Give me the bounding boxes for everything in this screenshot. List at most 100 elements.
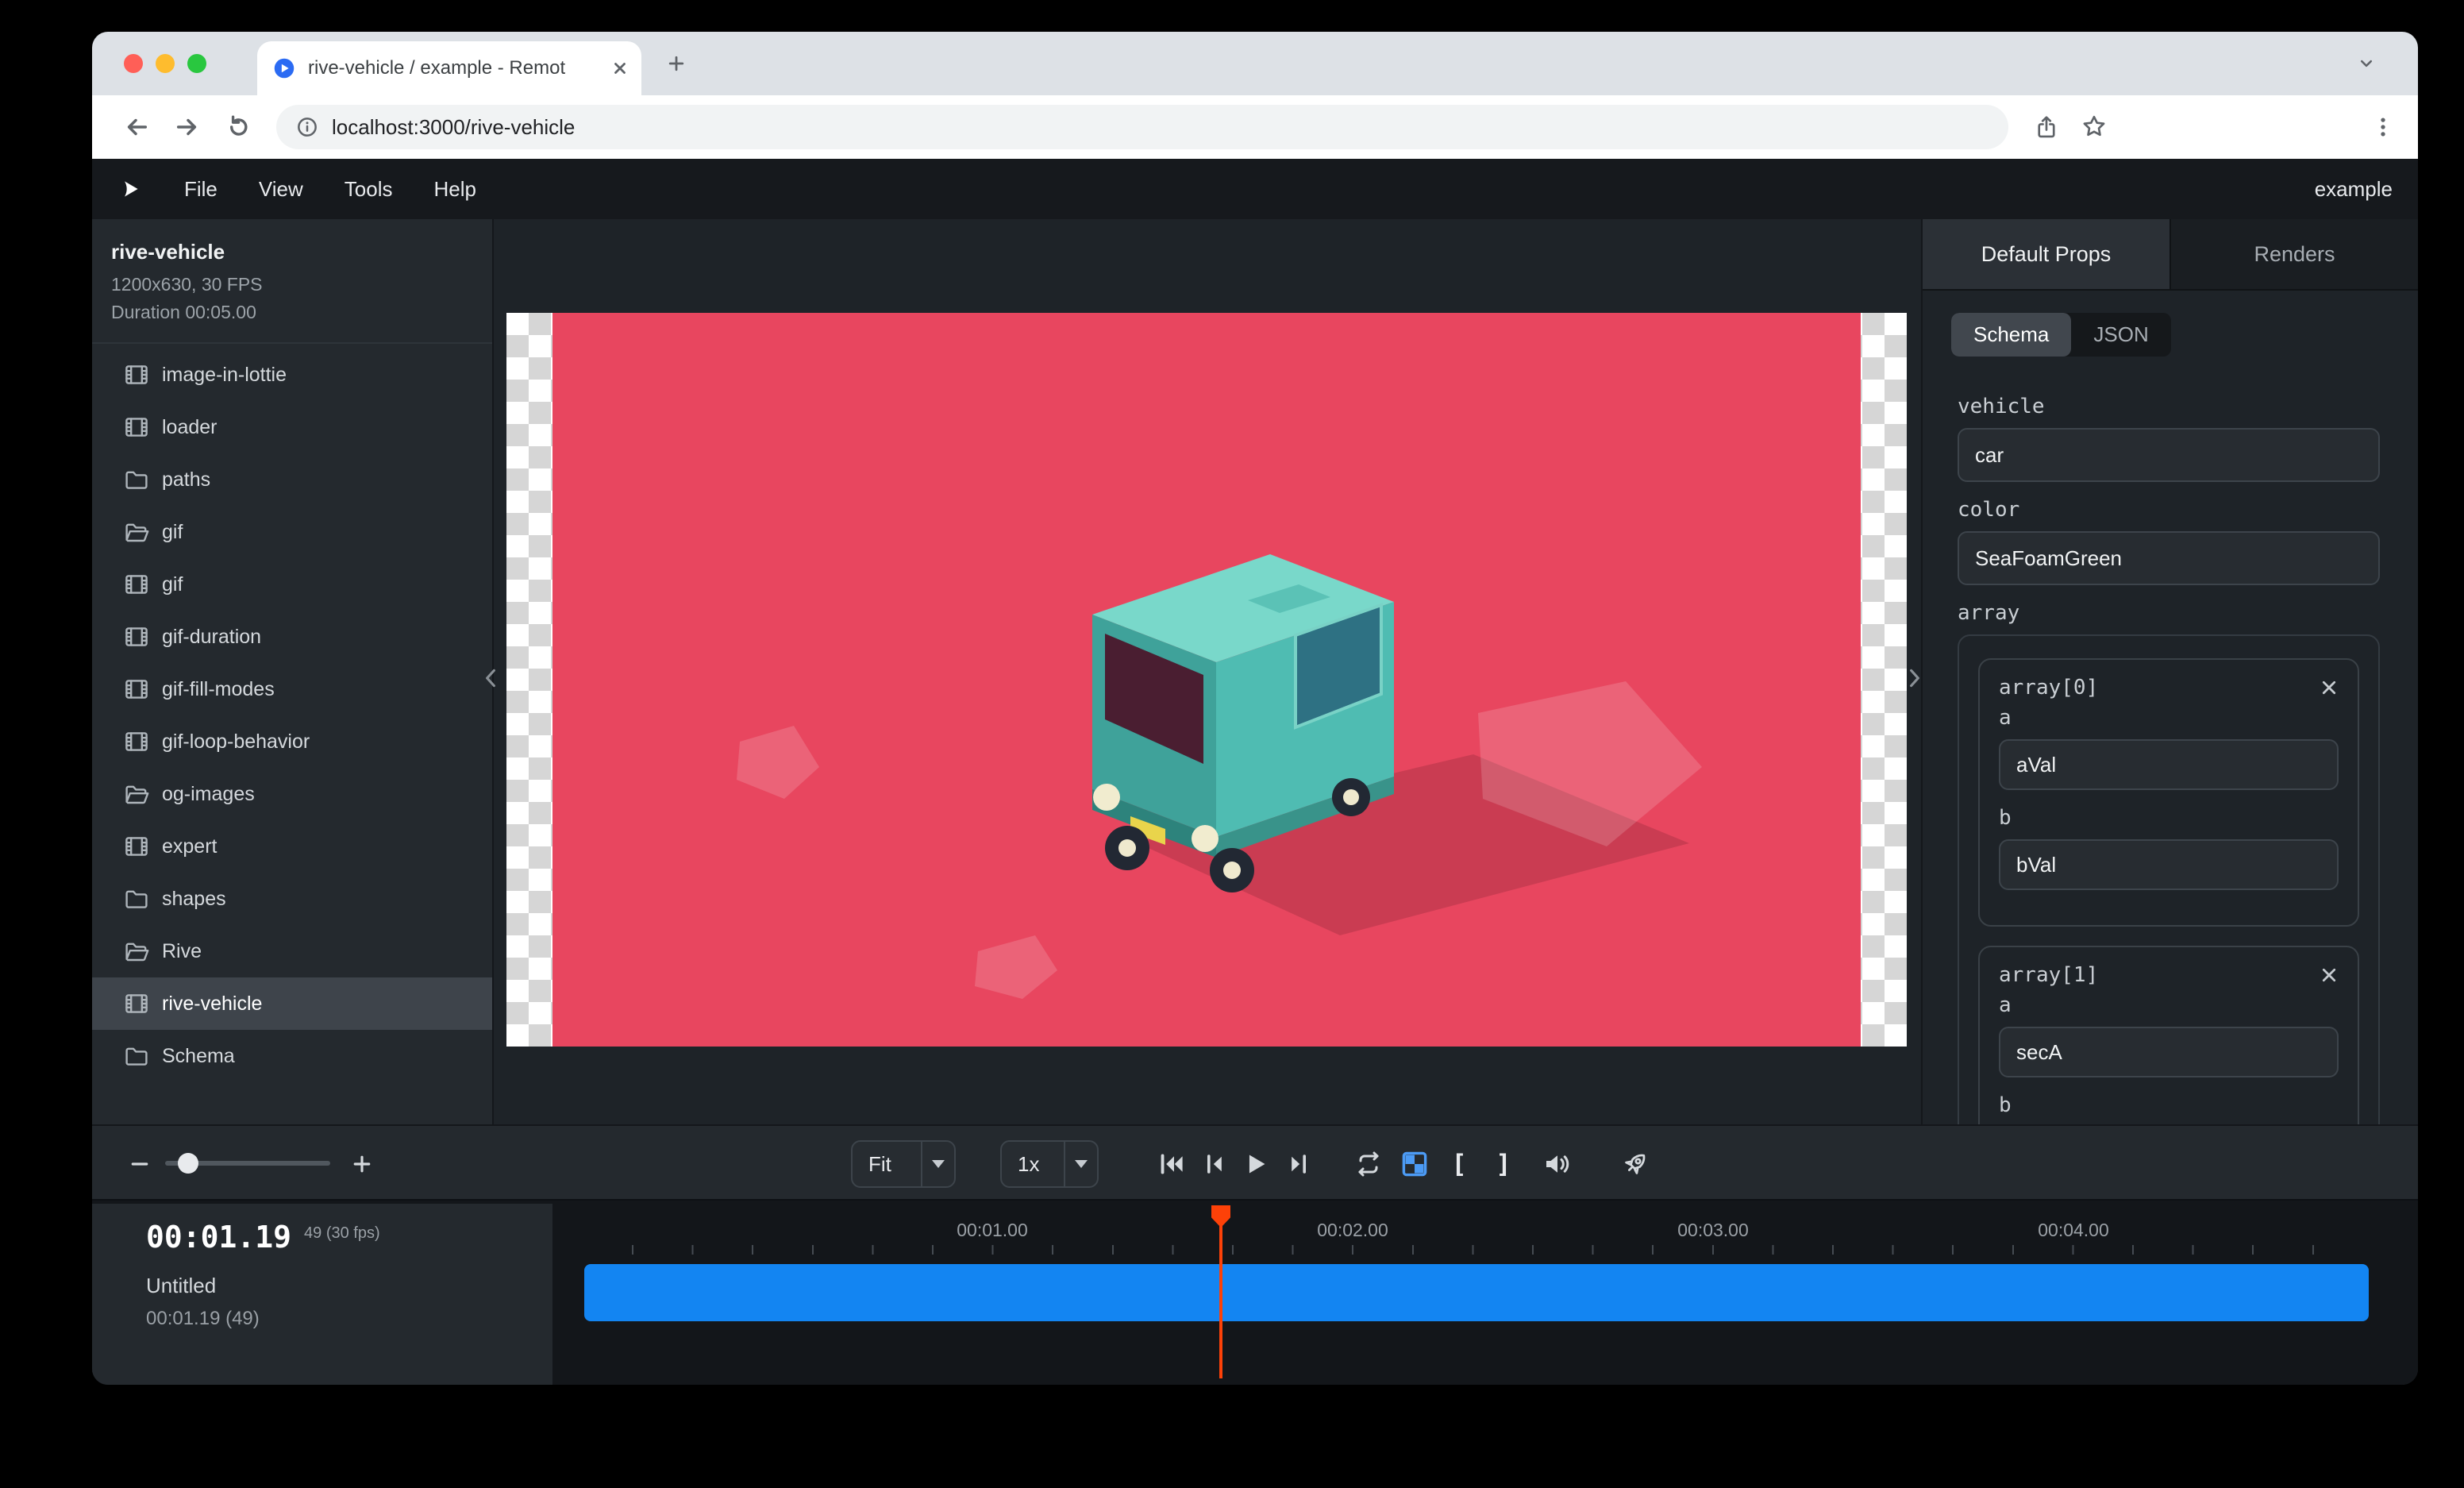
zoom-slider[interactable] (165, 1161, 330, 1166)
size-select[interactable]: Fit (851, 1140, 956, 1188)
back-button[interactable] (114, 105, 159, 149)
sidebar-item-og-images[interactable]: og-images (92, 768, 492, 820)
transparency-checkerboard-toggle[interactable] (1396, 1145, 1434, 1183)
bookmark-star-icon[interactable] (2081, 114, 2107, 140)
sidebar-item-image-in-lottie[interactable]: image-in-lottie (92, 349, 492, 401)
previous-frame-button[interactable] (1195, 1145, 1234, 1183)
folder-open-icon (124, 781, 149, 807)
ruler-ticks (632, 1245, 2362, 1255)
tab-default-props[interactable]: Default Props (1923, 219, 2171, 289)
array-item-0: array[0] a b (1978, 658, 2359, 927)
forward-button[interactable] (165, 105, 210, 149)
reload-button[interactable] (216, 105, 260, 149)
collapse-sidebar-handle[interactable] (481, 657, 500, 699)
timeline-info-block: 00:01.19 49 (30 fps) Untitled 00:01.19 (… (92, 1204, 552, 1385)
zoom-in-button[interactable] (343, 1145, 381, 1183)
in-point-button[interactable]: [ (1440, 1145, 1478, 1183)
share-icon[interactable] (2034, 114, 2059, 140)
address-bar[interactable]: localhost:3000/rive-vehicle (276, 105, 2008, 149)
composition-duration: Duration 00:05.00 (111, 302, 473, 323)
zoom-out-button[interactable] (121, 1145, 159, 1183)
sidebar-item-label: gif (162, 521, 183, 544)
sidebar-item-gif-folder[interactable]: gif (92, 506, 492, 558)
color-input[interactable] (1958, 531, 2380, 585)
timeline-ruler[interactable]: 00:01.00 00:02.00 00:03.00 00:04.00 (584, 1213, 2369, 1255)
chevron-down-icon (1064, 1142, 1097, 1186)
vehicle-artwork (552, 313, 1861, 1047)
folder-icon (124, 1043, 149, 1069)
sidebar-item-gif-duration[interactable]: gif-duration (92, 611, 492, 663)
next-frame-button[interactable] (1280, 1145, 1318, 1183)
array-0-a-input[interactable] (1999, 739, 2339, 790)
sidebar-item-label: image-in-lottie (162, 364, 287, 387)
sidebar-item-label: gif-fill-modes (162, 678, 275, 701)
zoom-window-button[interactable] (187, 54, 206, 73)
sidebar-item-paths[interactable]: paths (92, 453, 492, 506)
field-label-array: array (1958, 601, 2380, 625)
sidebar-item-label: Schema (162, 1045, 235, 1068)
tab-close-icon[interactable] (611, 60, 629, 77)
chevron-down-icon (921, 1142, 954, 1186)
play-button[interactable] (1237, 1145, 1275, 1183)
menu-tools[interactable]: Tools (345, 177, 393, 202)
zoom-slider-knob[interactable] (178, 1153, 198, 1174)
site-info-icon[interactable] (295, 115, 319, 139)
sidebar-item-rive[interactable]: Rive (92, 925, 492, 977)
menu-view[interactable]: View (259, 177, 303, 202)
browser-tab[interactable]: rive-vehicle / example - Remot (257, 41, 641, 95)
menu-file[interactable]: File (184, 177, 218, 202)
speed-select[interactable]: 1x (1000, 1140, 1099, 1188)
field-label-vehicle: vehicle (1958, 395, 2380, 418)
field-label-color: color (1958, 498, 2380, 522)
tab-renders[interactable]: Renders (2171, 219, 2418, 289)
browser-menu-kebab-icon[interactable] (2370, 114, 2396, 140)
tab-title: rive-vehicle / example - Remot (308, 57, 599, 79)
film-icon (124, 677, 149, 702)
film-icon (124, 729, 149, 754)
playhead-line[interactable] (1219, 1210, 1222, 1378)
props-panel-tabs: Default Props Renders (1923, 219, 2418, 291)
array-item-1-label: array[1] (1999, 963, 2098, 987)
sidebar-item-rive-vehicle[interactable]: rive-vehicle (92, 977, 492, 1030)
render-rocket-button[interactable] (1616, 1145, 1654, 1183)
array-0-b-input[interactable] (1999, 839, 2339, 890)
out-point-button[interactable]: ] (1484, 1145, 1523, 1183)
sidebar-item-expert[interactable]: expert (92, 820, 492, 873)
tab-search-chevron-icon[interactable] (2356, 53, 2377, 74)
composition-info: rive-vehicle 1200x630, 30 FPS Duration 0… (92, 219, 492, 344)
json-view-button[interactable]: JSON (2071, 313, 2170, 357)
field-label-a: a (1999, 706, 2339, 730)
close-window-button[interactable] (124, 54, 143, 73)
sidebar-item-label: paths (162, 468, 210, 492)
minimize-window-button[interactable] (156, 54, 175, 73)
sidebar-item-shapes[interactable]: shapes (92, 873, 492, 925)
volume-button[interactable] (1538, 1145, 1577, 1183)
remove-array-item-icon[interactable] (2320, 678, 2339, 697)
playback-controlbar: Fit 1x (92, 1124, 2418, 1201)
new-tab-button[interactable] (654, 41, 699, 86)
skip-to-start-button[interactable] (1153, 1145, 1191, 1183)
menu-help[interactable]: Help (434, 177, 476, 202)
film-icon (124, 624, 149, 650)
collapse-panel-handle[interactable] (1905, 657, 1924, 699)
vehicle-input[interactable] (1958, 428, 2380, 482)
sidebar-item-gif[interactable]: gif (92, 558, 492, 611)
loop-toggle-button[interactable] (1349, 1145, 1388, 1183)
film-icon (124, 572, 149, 597)
sidebar-item-gif-fill-modes[interactable]: gif-fill-modes (92, 663, 492, 715)
current-frame-display: 49 (30 fps) (304, 1224, 380, 1243)
ruler-label: 00:03.00 (1677, 1220, 1749, 1241)
sidebar-item-loader[interactable]: loader (92, 401, 492, 453)
sidebar-item-gif-loop-behavior[interactable]: gif-loop-behavior (92, 715, 492, 768)
sidebar-item-label: gif (162, 573, 183, 596)
app-menubar: File View Tools Help example (92, 159, 2418, 219)
sidebar-item-schema[interactable]: Schema (92, 1030, 492, 1082)
ruler-label: 00:04.00 (2038, 1220, 2109, 1241)
array-item-0-label: array[0] (1999, 676, 2098, 700)
schema-view-button[interactable]: Schema (1951, 313, 2071, 357)
remove-array-item-icon[interactable] (2320, 966, 2339, 985)
composition-title: rive-vehicle (111, 240, 473, 264)
array-1-a-input[interactable] (1999, 1027, 2339, 1077)
compositions-sidebar: rive-vehicle 1200x630, 30 FPS Duration 0… (92, 219, 494, 1124)
timeline-track-bar[interactable] (584, 1264, 2369, 1321)
